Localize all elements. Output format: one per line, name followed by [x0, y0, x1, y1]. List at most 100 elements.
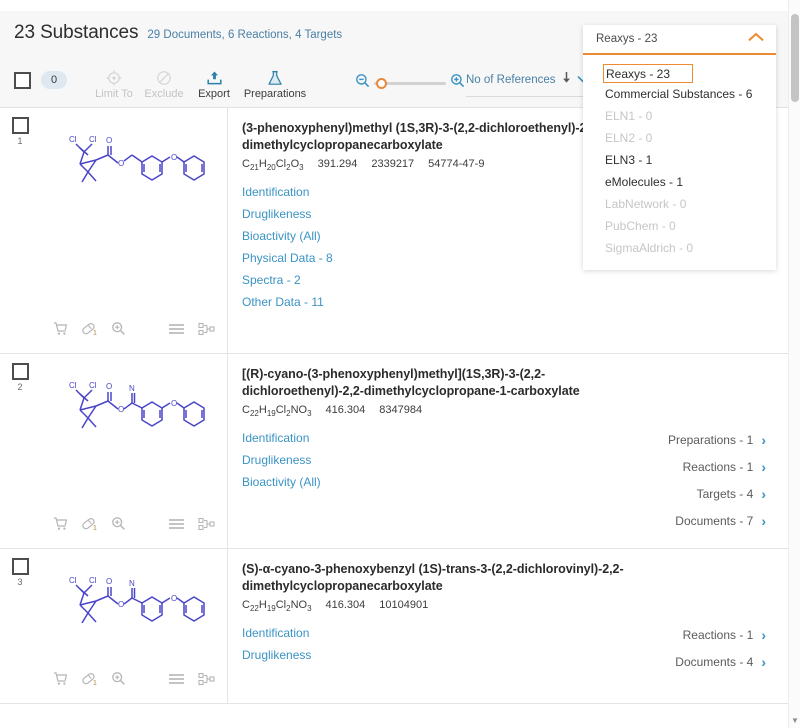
source-dropdown-selected-label: Reaxys - 23 [596, 33, 658, 45]
scrollbar-thumb[interactable] [791, 14, 799, 102]
svg-text:Cl: Cl [89, 576, 97, 585]
exclude-button[interactable]: Exclude [139, 69, 189, 100]
preparations-icon [267, 69, 283, 86]
source-dropdown-list: Reaxys - 23 Commercial Substances - 6 EL… [583, 55, 776, 270]
svg-text:1: 1 [93, 680, 97, 686]
source-option-label: ELN2 - 0 [605, 131, 653, 145]
source-option-sigmaaldrich: SigmaAldrich - 0 [583, 237, 776, 259]
svg-text:N: N [129, 384, 135, 393]
svg-text:O: O [171, 399, 177, 408]
preparations-button[interactable]: Preparations [239, 69, 311, 100]
tree-icon[interactable] [197, 322, 215, 341]
chevron-right-icon: › [761, 432, 766, 448]
molecular-formula: C21H20Cl2O3 [242, 158, 304, 173]
molecular-formula: C22H19Cl2NO3 [242, 404, 312, 419]
capsule-icon[interactable]: 1 [81, 671, 98, 691]
structure-cell: Cl Cl O O O 1 [40, 108, 228, 353]
substance-side-links: Preparations - 1 › Reactions - 1 › Targe… [668, 432, 766, 529]
svg-text:O: O [106, 382, 112, 391]
link-other-data[interactable]: Other Data - 11 [242, 295, 788, 309]
row-checkbox[interactable] [11, 363, 29, 380]
side-link-label: Documents - 7 [675, 514, 754, 528]
structure-cell: Cl Cl O O N O 1 [40, 549, 228, 703]
scroll-down-arrow-icon[interactable]: ▼ [791, 717, 799, 725]
export-button[interactable]: Export [189, 69, 239, 100]
structure-action-bar: 1 [40, 321, 227, 341]
source-option-label: ELN3 - 1 [605, 153, 653, 167]
side-link-reactions[interactable]: Reactions - 1 › [683, 627, 766, 643]
row-number: 1 [17, 136, 23, 146]
molecular-weight: 416.304 [325, 404, 366, 416]
chevron-right-icon: › [761, 654, 766, 670]
sort-field-label: No of References [466, 74, 556, 86]
capsule-icon[interactable]: 1 [81, 516, 98, 536]
preparations-label: Preparations [243, 88, 307, 100]
source-dropdown-toggle[interactable]: Reaxys - 23 [583, 25, 776, 55]
exclude-icon [156, 69, 172, 86]
side-link-targets[interactable]: Targets - 4 › [697, 486, 766, 502]
side-link-label: Documents - 4 [675, 655, 754, 669]
svg-text:O: O [106, 577, 112, 586]
svg-text:1: 1 [93, 330, 97, 336]
side-link-label: Preparations - 1 [667, 433, 754, 447]
exclude-label: Exclude [144, 88, 184, 100]
zoom-out-icon[interactable] [355, 73, 370, 93]
sort-descending-icon[interactable] [561, 71, 572, 89]
row-checkbox[interactable] [11, 117, 29, 134]
zoom-in-icon[interactable] [450, 73, 465, 93]
chemical-structure-image[interactable]: Cl Cl O O N O [54, 368, 214, 440]
side-link-label: Targets - 4 [696, 487, 754, 501]
magnifier-icon[interactable] [111, 321, 126, 341]
source-option-eln2: ELN2 - 0 [583, 127, 776, 149]
svg-text:1: 1 [93, 525, 97, 531]
chevron-right-icon: › [761, 513, 766, 529]
svg-text:O: O [171, 594, 177, 603]
chevron-up-icon[interactable] [747, 30, 765, 48]
source-option-commercial-substances[interactable]: Commercial Substances - 6 [583, 83, 776, 105]
tree-icon[interactable] [197, 672, 215, 691]
row-select-cell: 3 [0, 549, 40, 703]
magnifier-icon[interactable] [111, 516, 126, 536]
list-icon[interactable] [168, 517, 185, 536]
substance-meta: C22H19Cl2NO3 416.304 10104901 [242, 599, 788, 613]
zoom-slider-track[interactable] [374, 77, 446, 89]
registry-number: 10104901 [379, 599, 429, 611]
link-spectra[interactable]: Spectra - 2 [242, 273, 788, 287]
title-row: 23 Substances 29 Documents, 6 Reactions,… [14, 22, 342, 44]
source-option-label: PubChem - 0 [605, 219, 676, 233]
limit-to-button[interactable]: Limit To [89, 69, 139, 100]
side-link-documents[interactable]: Documents - 4 › [675, 654, 766, 670]
select-all-checkbox[interactable] [14, 72, 31, 89]
source-option-eln3[interactable]: ELN3 - 1 [583, 149, 776, 171]
side-link-preparations[interactable]: Preparations - 1 › [668, 432, 766, 448]
source-option-emolecules[interactable]: eMolecules - 1 [583, 171, 776, 193]
chevron-right-icon: › [761, 627, 766, 643]
magnifier-icon[interactable] [111, 671, 126, 691]
svg-text:O: O [118, 405, 124, 414]
side-link-reactions[interactable]: Reactions - 1 › [683, 459, 766, 475]
chemical-structure-image[interactable]: Cl Cl O O N O [54, 563, 214, 635]
tree-icon[interactable] [197, 517, 215, 536]
list-icon[interactable] [168, 672, 185, 691]
page-title: 23 Substances [14, 22, 139, 43]
zoom-slider-handle[interactable] [376, 77, 387, 89]
table-row: 2 Cl Cl O O N O 1 [(R)-cyano-(3-phenoxyp… [0, 354, 788, 549]
limit-to-label: Limit To [95, 88, 133, 100]
vertical-scrollbar[interactable]: ▼ [788, 0, 800, 728]
capsule-icon[interactable]: 1 [81, 321, 98, 341]
cart-icon[interactable] [53, 671, 68, 691]
structure-zoom-slider[interactable] [355, 73, 465, 93]
export-icon [206, 69, 223, 86]
row-checkbox[interactable] [11, 558, 29, 575]
list-icon[interactable] [168, 322, 185, 341]
cart-icon[interactable] [53, 321, 68, 341]
sort-control[interactable]: No of References [466, 71, 589, 97]
source-option-pubchem: PubChem - 0 [583, 215, 776, 237]
chemical-structure-image[interactable]: Cl Cl O O O [54, 122, 214, 194]
svg-text:Cl: Cl [69, 135, 77, 144]
source-dropdown-panel: Reaxys - 23 Reaxys - 23 Commercial Subst… [583, 25, 776, 270]
cart-icon[interactable] [53, 516, 68, 536]
source-option-reaxys[interactable]: Reaxys - 23 [603, 64, 693, 83]
substance-detail-cell: [(R)-cyano-(3-phenoxyphenyl)methyl](1S,3… [228, 354, 788, 548]
side-link-documents[interactable]: Documents - 7 › [675, 513, 766, 529]
